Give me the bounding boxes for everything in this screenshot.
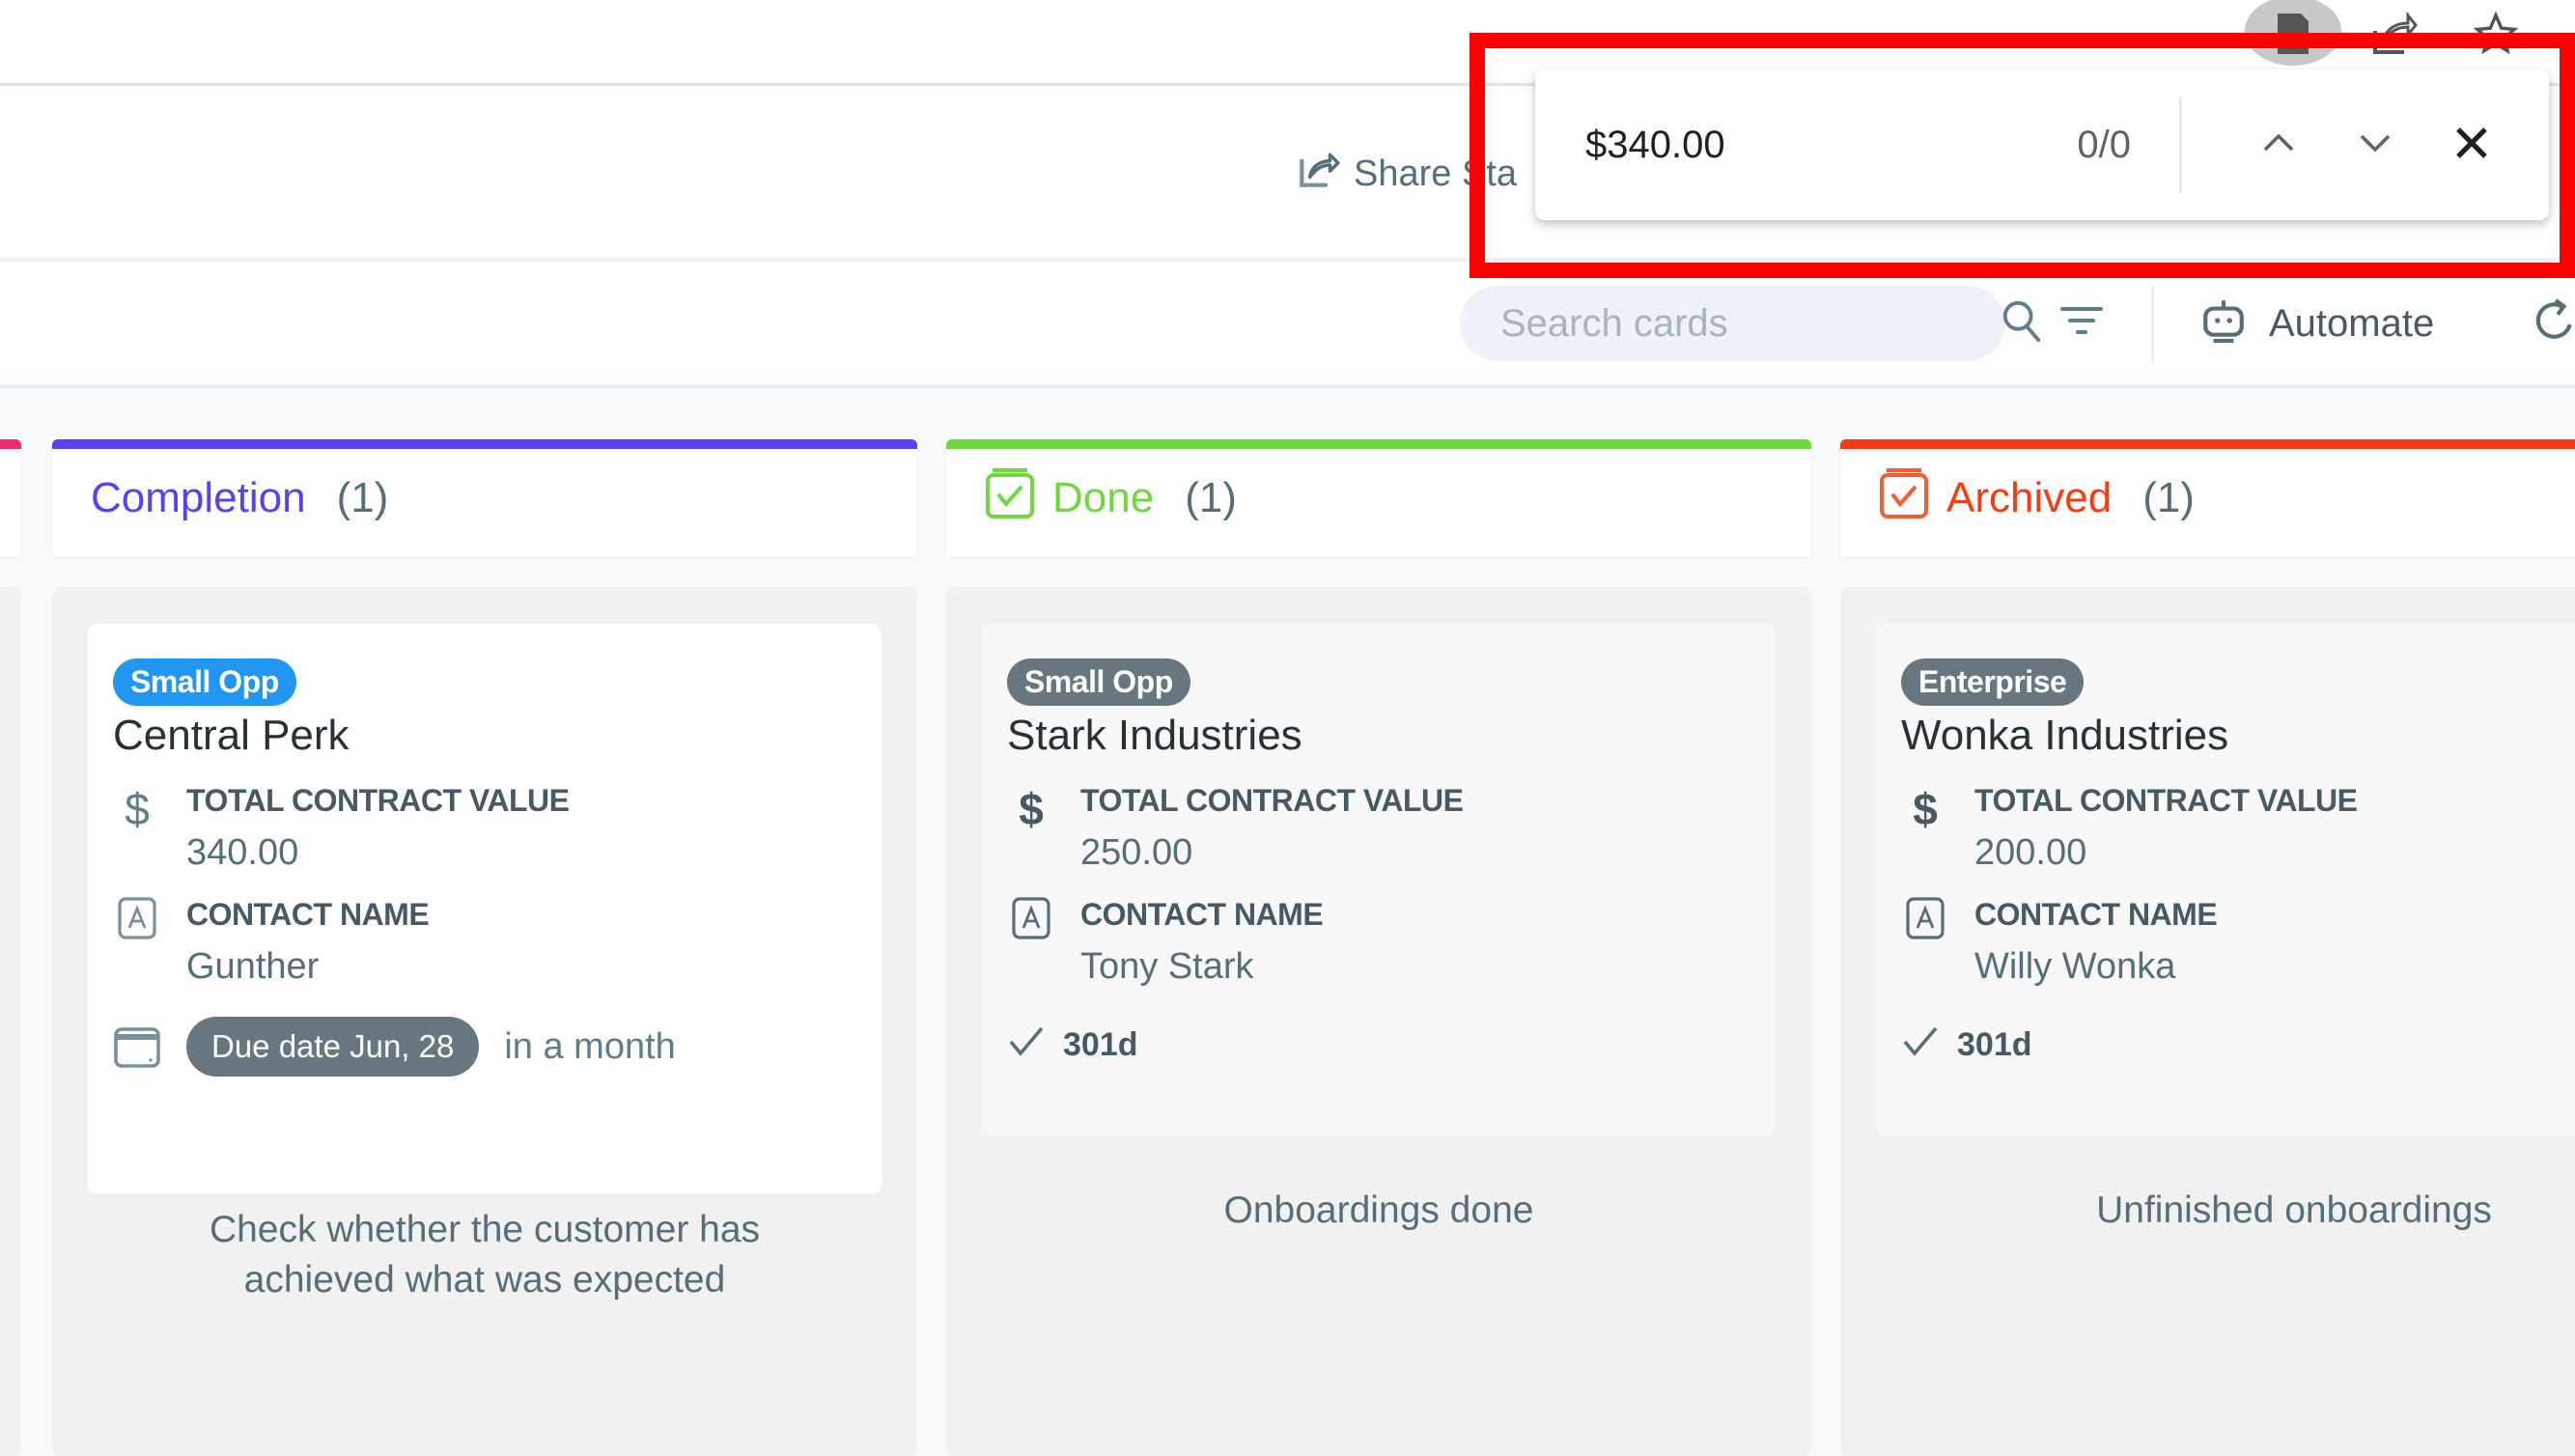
- text-field-icon: [1007, 897, 1055, 939]
- text-field-icon: [113, 897, 161, 939]
- column-description: Check whether the customer has achieved …: [209, 1209, 761, 1301]
- column-count: (1): [1185, 474, 1237, 521]
- card-tag: Small Opp: [113, 658, 296, 706]
- due-date-row: Due date Jun, 28 in a month: [113, 1017, 856, 1077]
- column-title: Completion: [91, 474, 306, 521]
- card-title: Stark Industries: [1007, 712, 1302, 759]
- field-value: 250.00: [1080, 832, 1193, 873]
- field-total-contract-value: $ TOTAL CONTRACT VALUE 250.00: [1007, 783, 1750, 874]
- find-close-button[interactable]: [2433, 106, 2510, 183]
- column-header-archived[interactable]: Archived (1): [1840, 439, 2575, 557]
- due-date-relative: in a month: [504, 1025, 676, 1067]
- column-description: Onboardings done: [1223, 1190, 1534, 1231]
- column-body-done: Small Opp Stark Industries $ TOTAL CONTR…: [946, 587, 1811, 1456]
- card-wonka-industries[interactable]: Enterprise Wonka Industries $ TOTAL CONT…: [1876, 624, 2575, 1135]
- card-title: Central Perk: [113, 712, 350, 759]
- close-icon: [2452, 124, 2491, 167]
- field-total-contract-value: $ TOTAL CONTRACT VALUE 340.00: [113, 783, 856, 874]
- search-input[interactable]: [1498, 300, 2000, 347]
- filter-button[interactable]: [2057, 297, 2107, 351]
- field-value: 200.00: [1974, 832, 2087, 873]
- field-value: Willy Wonka: [1974, 946, 2176, 987]
- dollar-icon: $: [1913, 784, 1938, 834]
- field-contact-name: CONTACT NAME Gunther: [113, 897, 856, 988]
- column-color-bar: [0, 439, 21, 449]
- due-date-badge: Due date Jun, 28: [186, 1017, 480, 1077]
- field-label: TOTAL CONTRACT VALUE: [186, 783, 570, 818]
- share-icon: [1294, 145, 1342, 203]
- field-label: CONTACT NAME: [1080, 897, 1324, 932]
- field-value: Gunther: [186, 946, 320, 987]
- board-toolbar: [0, 262, 2575, 388]
- refresh-icon: [2530, 298, 2575, 353]
- field-label: CONTACT NAME: [186, 897, 430, 932]
- age-value: 301d: [1063, 1026, 1138, 1063]
- field-label: TOTAL CONTRACT VALUE: [1974, 783, 2358, 818]
- column-count: (1): [2142, 474, 2195, 521]
- column-body-previous: [0, 587, 21, 1456]
- card-title: Wonka Industries: [1901, 712, 2229, 759]
- card-stark-industries[interactable]: Small Opp Stark Industries $ TOTAL CONTR…: [982, 624, 1776, 1135]
- column-body-completion: Small Opp Central Perk $ TOTAL CONTRACT …: [52, 587, 917, 1456]
- column-color-bar: [1840, 439, 2575, 449]
- column-title: Archived: [1946, 474, 2113, 521]
- column-count: (1): [336, 474, 389, 521]
- check-icon: [1007, 1024, 1046, 1066]
- card-central-perk[interactable]: Small Opp Central Perk $ TOTAL CONTRACT …: [88, 624, 882, 1193]
- toolbar-divider: [2151, 285, 2154, 362]
- age-value: 301d: [1957, 1026, 2032, 1063]
- card-age: 301d: [1007, 1024, 1750, 1066]
- column-header-previous: [0, 439, 21, 557]
- archive-checkbox-icon: [1879, 467, 1929, 530]
- field-contact-name: CONTACT NAME Willy Wonka: [1901, 897, 2575, 988]
- filter-icon: [2060, 303, 2103, 347]
- column-color-bar: [52, 439, 917, 449]
- find-divider: [2179, 97, 2182, 193]
- refresh-button[interactable]: [2530, 295, 2575, 350]
- field-label: CONTACT NAME: [1974, 897, 2218, 932]
- checkbox-icon: [985, 467, 1035, 530]
- column-header-completion[interactable]: Completion (1): [52, 439, 917, 557]
- chevron-up-icon: [2261, 132, 2296, 158]
- field-value: Tony Stark: [1080, 946, 1254, 987]
- field-total-contract-value: $ TOTAL CONTRACT VALUE 200.00: [1901, 783, 2575, 874]
- find-in-page-bar: 0/0: [1535, 70, 2549, 220]
- card-tag: Enterprise: [1901, 658, 2085, 706]
- calendar-icon: [113, 1025, 161, 1068]
- column-color-bar: [946, 439, 1811, 449]
- field-label: TOTAL CONTRACT VALUE: [1080, 783, 1464, 818]
- robot-icon: [2201, 294, 2246, 352]
- find-next-button[interactable]: [2337, 106, 2414, 183]
- find-previous-button[interactable]: [2240, 106, 2317, 183]
- column-description: Unfinished onboardings: [2096, 1190, 2492, 1231]
- automate-label: Automate: [2269, 301, 2435, 345]
- text-field-icon: [1901, 897, 1949, 939]
- field-value: 340.00: [186, 832, 299, 873]
- column-title: Done: [1052, 474, 1155, 521]
- check-icon: [1901, 1024, 1940, 1066]
- column-header-done[interactable]: Done (1): [946, 439, 1811, 557]
- automate-button[interactable]: Automate: [2201, 294, 2434, 352]
- dollar-icon: $: [1019, 784, 1044, 834]
- column-body-archived: Enterprise Wonka Industries $ TOTAL CONT…: [1840, 587, 2575, 1456]
- find-match-count: 0/0: [2077, 123, 2131, 166]
- card-tag: Small Opp: [1007, 658, 1190, 706]
- dollar-icon: $: [125, 784, 150, 834]
- search-cards-field[interactable]: [1460, 286, 2041, 361]
- search-icon[interactable]: [2000, 297, 2044, 350]
- field-contact-name: CONTACT NAME Tony Stark: [1007, 897, 1750, 988]
- card-age: 301d: [1901, 1024, 2575, 1066]
- chevron-down-icon: [2358, 132, 2393, 158]
- find-input[interactable]: [1583, 122, 2012, 168]
